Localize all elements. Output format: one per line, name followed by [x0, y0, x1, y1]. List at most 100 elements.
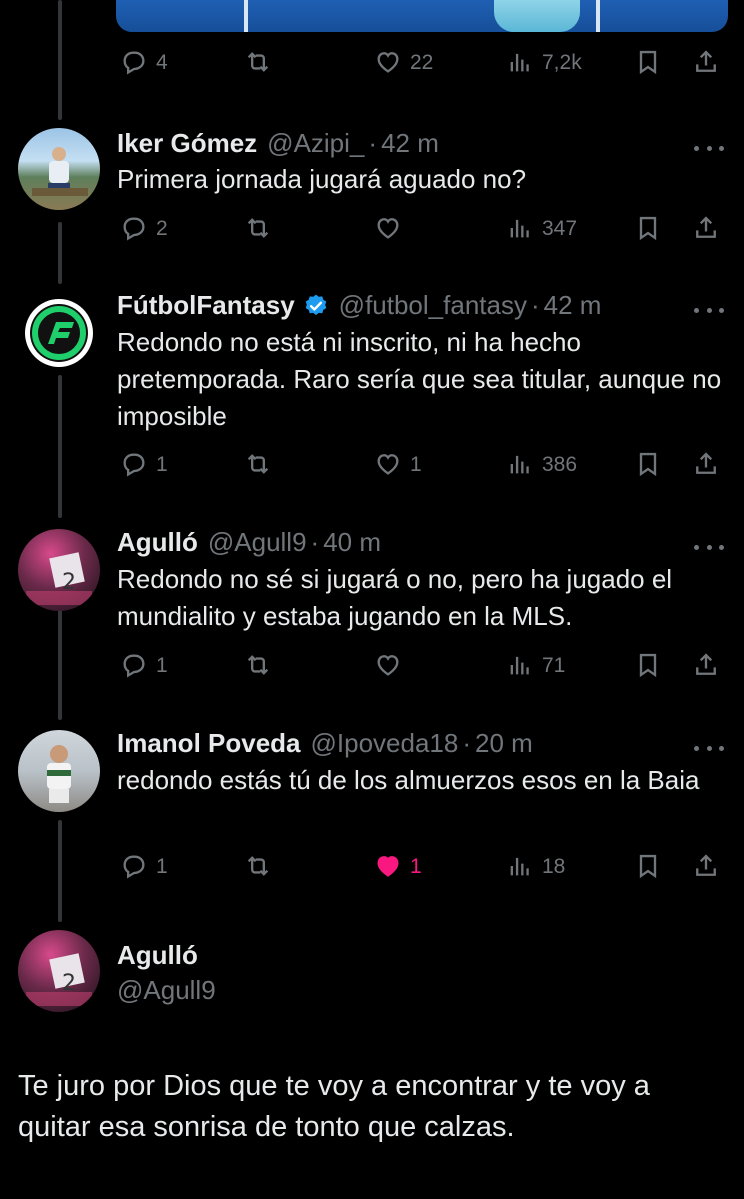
views-button[interactable]: 18	[506, 846, 565, 886]
views-button[interactable]: 386	[506, 444, 577, 484]
timestamp[interactable]: 40 m	[323, 527, 381, 558]
display-name[interactable]: FútbolFantasy	[117, 290, 295, 321]
reply-text: Redondo no está ni inscrito, ni ha hecho…	[117, 327, 722, 431]
views-icon	[510, 857, 529, 876]
separator-dot: ·	[310, 527, 320, 557]
user-handle[interactable]: @Ipoveda18	[311, 728, 459, 759]
repost-button[interactable]	[244, 645, 272, 685]
heart-icon	[377, 655, 399, 676]
more-options-icon[interactable]	[694, 537, 724, 557]
share-button[interactable]	[692, 846, 720, 886]
reply-button[interactable]: 1	[120, 846, 168, 886]
bookmark-icon	[639, 452, 657, 477]
reply-button[interactable]: 1	[120, 645, 168, 685]
like-button[interactable]	[374, 208, 410, 248]
bookmark-button[interactable]	[634, 42, 662, 82]
more-options-icon[interactable]	[694, 300, 724, 320]
user-handle[interactable]: @Agull9	[117, 975, 216, 1006]
share-button[interactable]	[692, 645, 720, 685]
thread-connector-line	[58, 375, 62, 518]
views-icon	[510, 53, 529, 72]
reply-action-bar: 1 71	[116, 645, 728, 685]
user-handle[interactable]: @Azipi_	[267, 128, 364, 159]
share-button[interactable]	[692, 208, 720, 248]
reply-text: Redondo no sé si jugará o no, pero ha ju…	[117, 564, 673, 631]
reply-header: Iker Gómez @Azipi_ · 42 m	[117, 128, 439, 159]
bookmark-button[interactable]	[634, 645, 662, 685]
display-name[interactable]: Agulló	[117, 940, 198, 971]
views-count: 71	[542, 653, 566, 677]
more-options-icon[interactable]	[694, 738, 724, 758]
like-button[interactable]: 1	[374, 846, 422, 886]
avatar-photo: 2	[26, 552, 92, 605]
reply-icon	[123, 51, 145, 75]
share-button[interactable]	[692, 42, 720, 82]
views-count: 386	[542, 452, 578, 476]
like-button[interactable]: 22	[374, 42, 433, 82]
thread-connector-line	[58, 608, 62, 720]
reply-count: 1	[156, 452, 168, 476]
post-media-image[interactable]	[116, 0, 728, 32]
avatar[interactable]	[18, 128, 100, 210]
more-options-icon[interactable]	[694, 138, 724, 158]
views-count: 7,2k	[542, 50, 582, 74]
bookmark-button[interactable]	[634, 444, 662, 484]
bookmark-button[interactable]	[634, 846, 662, 886]
repost-button[interactable]	[244, 846, 272, 886]
share-icon	[696, 50, 716, 72]
reply-button[interactable]: 4	[120, 42, 168, 82]
user-handle[interactable]: @Agull9	[208, 527, 307, 558]
display-name[interactable]: Imanol Poveda	[117, 728, 301, 759]
avatar[interactable]	[18, 730, 100, 812]
reply-action-bar: 2 347	[116, 208, 728, 248]
reply-text: Primera jornada jugará aguado no?	[117, 164, 527, 194]
like-count: 1	[410, 854, 422, 878]
avatar[interactable]	[18, 292, 100, 374]
heart-icon	[377, 454, 399, 475]
timestamp[interactable]: 42 m	[544, 290, 602, 321]
heart-icon	[377, 52, 399, 73]
user-handle[interactable]: @futbol_fantasy	[339, 290, 527, 321]
reply-button[interactable]: 1	[120, 444, 168, 484]
player-figure	[494, 0, 580, 32]
separator-dot: ·	[530, 290, 540, 320]
avatar-photo	[47, 745, 71, 803]
reply-button[interactable]: 2	[120, 208, 168, 248]
separator-dot: ·	[368, 128, 378, 158]
avatar-photo	[32, 147, 88, 196]
share-icon	[696, 854, 716, 876]
verified-badge-icon[interactable]	[303, 293, 329, 319]
repost-button[interactable]	[244, 42, 272, 82]
views-count: 18	[542, 854, 566, 878]
views-button[interactable]: 347	[506, 208, 577, 248]
timestamp[interactable]: 20 m	[475, 728, 533, 759]
bookmark-icon	[639, 653, 657, 678]
repost-button[interactable]	[244, 444, 272, 484]
like-button[interactable]	[374, 645, 410, 685]
post-text: Te juro por Dios que te voy a encontrar …	[18, 1070, 650, 1143]
reply-count: 4	[156, 50, 168, 74]
repost-icon	[247, 454, 269, 474]
avatar[interactable]: 2	[18, 930, 100, 1012]
share-icon	[696, 452, 716, 474]
views-button[interactable]: 7,2k	[506, 42, 582, 82]
display-name[interactable]: Iker Gómez	[117, 128, 257, 159]
thread-connector-line	[58, 222, 62, 284]
timestamp[interactable]: 42 m	[381, 128, 439, 159]
share-icon	[696, 653, 716, 675]
pitch-line	[596, 0, 600, 32]
repost-button[interactable]	[244, 208, 272, 248]
bookmark-button[interactable]	[634, 208, 662, 248]
views-count: 347	[542, 216, 578, 240]
avatar[interactable]: 2	[18, 529, 100, 611]
reply-action-bar: 1 1 18	[116, 846, 728, 886]
avatar-photo: 2	[26, 953, 92, 1006]
like-count: 22	[410, 50, 434, 74]
share-button[interactable]	[692, 444, 720, 484]
reply-icon	[123, 855, 145, 879]
views-button[interactable]: 71	[506, 645, 565, 685]
like-button[interactable]: 1	[374, 444, 422, 484]
display-name[interactable]: Agulló	[117, 527, 198, 558]
pitch-line	[244, 0, 248, 32]
reply-action-bar: 1 1 386	[116, 444, 728, 484]
